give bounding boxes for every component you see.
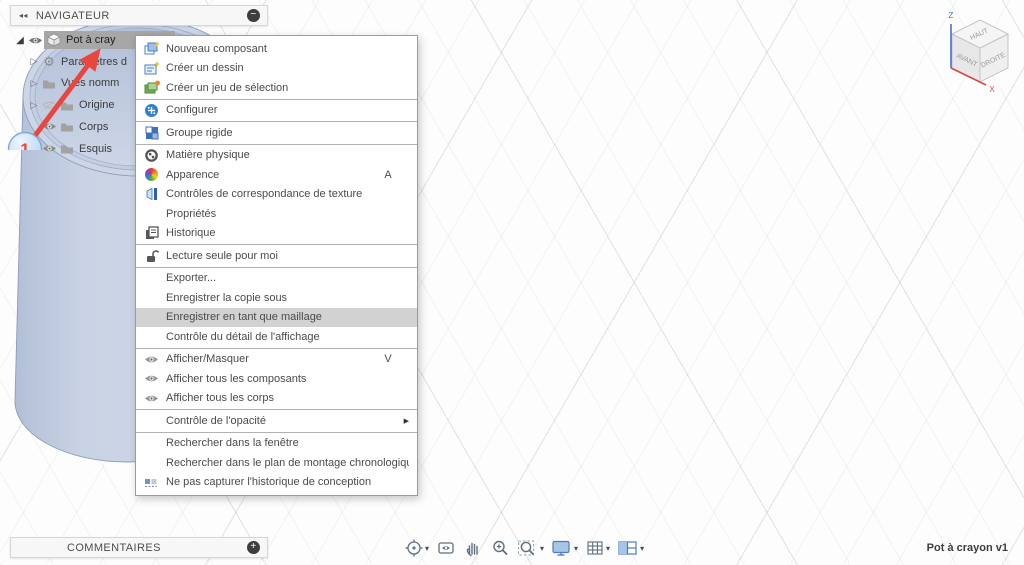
create-drawing-icon bbox=[143, 60, 160, 76]
menu-item-enregistrer-copie-sous[interactable]: Enregistrer la copie sous bbox=[136, 288, 417, 308]
menu-item-proprietes[interactable]: Propriétés bbox=[136, 204, 417, 224]
menu-item-controle-opacite[interactable]: Contrôle de l'opacité ▶ bbox=[136, 411, 417, 431]
expand-caret-icon[interactable]: ▷ bbox=[28, 56, 40, 67]
physical-material-icon bbox=[143, 147, 160, 163]
expand-caret-icon[interactable]: ▷ bbox=[28, 78, 40, 89]
tree-item-named-views[interactable]: ▷ Vues nomm bbox=[10, 73, 135, 93]
viewcube-z-label: Z bbox=[949, 11, 954, 20]
gear-icon: ⚙ bbox=[40, 54, 58, 70]
visibility-hidden-eye-icon[interactable] bbox=[40, 100, 58, 110]
selection-set-icon bbox=[143, 80, 160, 96]
menu-item-lecture-seule[interactable]: Lecture seule pour moi bbox=[136, 246, 417, 266]
shortcut-key: V bbox=[380, 353, 396, 365]
comments-title: COMMENTAIRES bbox=[67, 542, 161, 554]
menu-item-configurer[interactable]: Configurer bbox=[136, 101, 417, 121]
navigator-minus-button[interactable]: − bbox=[247, 9, 260, 22]
folder-icon bbox=[58, 143, 76, 154]
eye-icon bbox=[143, 351, 160, 367]
shortcut-key: A bbox=[380, 169, 396, 181]
dropdown-caret-icon[interactable]: ▾ bbox=[574, 544, 578, 553]
menu-separator bbox=[136, 267, 417, 268]
unlock-icon bbox=[143, 248, 160, 264]
folder-icon bbox=[58, 121, 76, 132]
menu-item-apparence[interactable]: Apparence A bbox=[136, 165, 417, 185]
tree-item-label: Corps bbox=[79, 121, 108, 133]
menu-separator bbox=[136, 244, 417, 245]
menu-separator bbox=[136, 432, 417, 433]
menu-item-rechercher-plan-montage[interactable]: Rechercher dans le plan de montage chron… bbox=[136, 453, 417, 473]
viewcube-x-label: X bbox=[989, 85, 995, 94]
navigator-panel-header[interactable]: ◂◂ NAVIGATEUR − bbox=[10, 5, 268, 26]
grid-and-snaps-button[interactable]: ▾ bbox=[583, 537, 612, 559]
tree-item-bodies[interactable]: Corps bbox=[10, 117, 135, 137]
tree-item-label: Pot à cray bbox=[66, 34, 116, 46]
menu-item-afficher-masquer[interactable]: Afficher/Masquer V bbox=[136, 350, 417, 370]
tree-item-label: Origine bbox=[79, 99, 114, 111]
menu-separator bbox=[136, 121, 417, 122]
tree-item-document-settings[interactable]: ▷ ⚙ Paramètres d bbox=[10, 52, 135, 72]
navigator-title: NAVIGATEUR bbox=[36, 10, 110, 22]
add-comment-button[interactable]: + bbox=[247, 541, 260, 554]
pan-button[interactable] bbox=[461, 537, 485, 559]
rigid-group-icon bbox=[143, 125, 160, 141]
menu-separator bbox=[136, 144, 417, 145]
tree-item-label: Esquis bbox=[79, 143, 112, 155]
document-version-label: Pot à crayon v1 bbox=[927, 542, 1008, 554]
history-icon bbox=[143, 225, 160, 241]
menu-item-rechercher-fenetre[interactable]: Rechercher dans la fenêtre bbox=[136, 434, 417, 454]
menu-item-creer-un-dessin[interactable]: Créer un dessin bbox=[136, 59, 417, 79]
menu-item-exporter[interactable]: Exporter... bbox=[136, 269, 417, 289]
tree-item-label: Vues nomm bbox=[61, 77, 119, 89]
viewports-button[interactable]: ▾ bbox=[615, 537, 646, 559]
expand-caret-icon[interactable]: ▷ bbox=[28, 100, 40, 111]
menu-item-controles-texture[interactable]: Contrôles de correspondance de texture bbox=[136, 185, 417, 205]
menu-item-historique[interactable]: Historique bbox=[136, 224, 417, 244]
appearance-icon bbox=[143, 167, 160, 183]
navigation-toolbar: ▾ ▾ ▾ ▾ ▾ bbox=[402, 536, 646, 560]
zoom-window-button[interactable]: ▾ bbox=[515, 537, 546, 559]
folder-icon bbox=[58, 100, 76, 111]
submenu-arrow-icon: ▶ bbox=[404, 417, 409, 425]
menu-item-creer-un-jeu-de-selection[interactable]: Créer un jeu de sélection bbox=[136, 78, 417, 98]
eye-icon bbox=[143, 390, 160, 406]
dropdown-caret-icon[interactable]: ▾ bbox=[425, 544, 429, 553]
tree-item-sketches[interactable]: Esquis bbox=[10, 139, 135, 159]
visibility-eye-icon[interactable] bbox=[26, 36, 44, 45]
zoom-button[interactable] bbox=[488, 537, 512, 559]
collapse-panel-icon[interactable]: ◂◂ bbox=[19, 11, 28, 20]
menu-item-enregistrer-en-tant-que-maillage[interactable]: Enregistrer en tant que maillage bbox=[136, 308, 417, 328]
dropdown-caret-icon[interactable]: ▾ bbox=[540, 544, 544, 553]
texture-map-icon bbox=[143, 186, 160, 202]
visibility-eye-icon[interactable] bbox=[40, 122, 58, 131]
menu-item-groupe-rigide[interactable]: Groupe rigide bbox=[136, 123, 417, 143]
eye-icon bbox=[143, 371, 160, 387]
dropdown-caret-icon[interactable]: ▾ bbox=[640, 544, 644, 553]
new-component-icon bbox=[143, 41, 160, 57]
menu-separator bbox=[136, 409, 417, 410]
dropdown-caret-icon[interactable]: ▾ bbox=[606, 544, 610, 553]
context-menu: Nouveau composant Créer un dessin Créer … bbox=[135, 35, 418, 496]
menu-item-nouveau-composant[interactable]: Nouveau composant bbox=[136, 39, 417, 59]
menu-item-afficher-tous-les-corps[interactable]: Afficher tous les corps bbox=[136, 389, 417, 409]
menu-separator bbox=[136, 348, 417, 349]
menu-item-ne-pas-capturer-historique[interactable]: Ne pas capturer l'historique de concepti… bbox=[136, 473, 417, 493]
visibility-eye-icon[interactable] bbox=[40, 144, 58, 153]
capture-history-icon bbox=[143, 474, 160, 490]
tree-item-origin[interactable]: ▷ Origine bbox=[10, 95, 135, 115]
component-cube-icon bbox=[47, 33, 61, 47]
menu-item-matiere-physique[interactable]: Matière physique bbox=[136, 146, 417, 166]
display-settings-button[interactable]: ▾ bbox=[549, 537, 580, 559]
tree-item-label: Paramètres d bbox=[61, 56, 127, 68]
expand-caret-icon[interactable]: ◢ bbox=[14, 35, 26, 46]
menu-item-controle-detail-affichage[interactable]: Contrôle du détail de l'affichage bbox=[136, 327, 417, 347]
configure-icon bbox=[143, 102, 160, 118]
orbit-button[interactable]: ▾ bbox=[402, 537, 431, 559]
look-at-button[interactable] bbox=[434, 537, 458, 559]
comments-panel-header[interactable]: COMMENTAIRES + bbox=[10, 537, 268, 558]
viewcube[interactable]: HAUT AVANT DROITE Z X bbox=[932, 6, 1018, 96]
menu-separator bbox=[136, 99, 417, 100]
folder-icon bbox=[40, 78, 58, 89]
menu-item-afficher-tous-les-composants[interactable]: Afficher tous les composants bbox=[136, 369, 417, 389]
